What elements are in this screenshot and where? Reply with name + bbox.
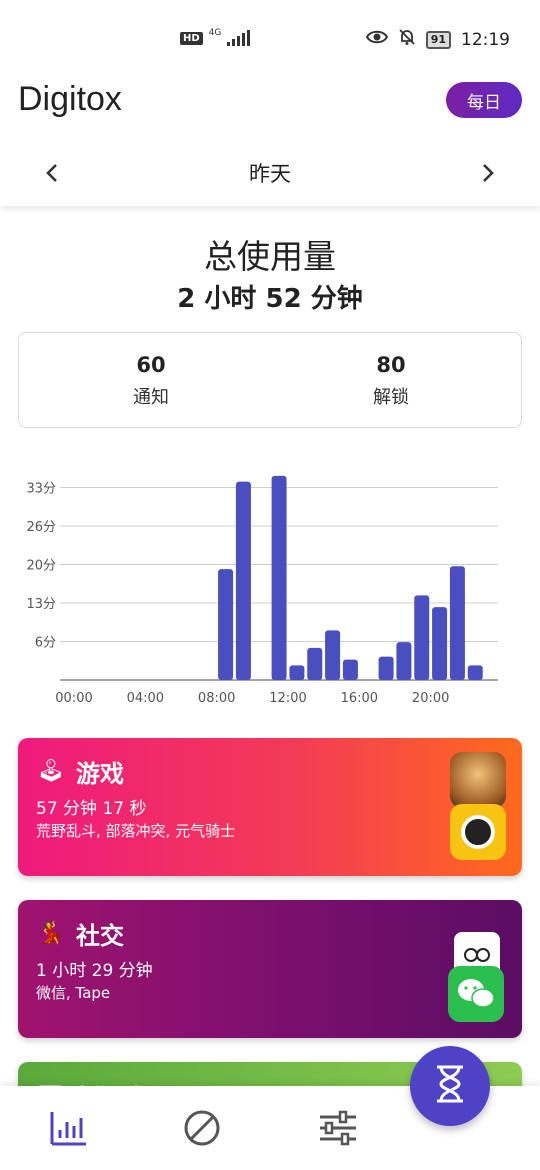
signal-group: HD 4G bbox=[180, 28, 251, 46]
category-card-games[interactable]: 🕹 游戏 57 分钟 17 秒 荒野乱斗, 部落冲突, 元气骑士 bbox=[18, 738, 522, 876]
x-tick-label: 12:00 bbox=[269, 691, 306, 706]
clock: 12:19 bbox=[461, 29, 510, 50]
category-apps: 微信, Tape bbox=[36, 984, 111, 1002]
network-type: 4G bbox=[208, 28, 222, 38]
x-tick-label: 20:00 bbox=[412, 691, 449, 706]
date-nav: 昨天 bbox=[0, 140, 540, 206]
status-bar: HD 4G 91 12:19 bbox=[0, 0, 540, 80]
category-apps: 荒野乱斗, 部落冲突, 元气骑士 bbox=[36, 822, 236, 840]
usage-bar bbox=[396, 642, 412, 680]
joystick-icon: 🕹 bbox=[37, 759, 65, 784]
usage-bar bbox=[378, 656, 394, 680]
y-tick-label: 6分 bbox=[35, 636, 56, 651]
category-header: 💃 社交 bbox=[36, 916, 124, 951]
stats-card: 60 通知 80 解锁 bbox=[18, 332, 522, 428]
mute-bell-icon bbox=[398, 28, 416, 51]
dancer-icon: 💃 bbox=[37, 921, 65, 946]
x-tick-label: 04:00 bbox=[127, 691, 164, 706]
sliders-icon[interactable] bbox=[318, 1108, 358, 1148]
total-usage-title: 总使用量 bbox=[204, 237, 336, 276]
category-card-social[interactable]: 💃 社交 1 小时 29 分钟 微信, Tape bbox=[18, 900, 522, 1038]
y-tick-label: 26分 bbox=[26, 520, 56, 535]
usage-bar bbox=[414, 595, 430, 680]
usage-bar bbox=[218, 569, 234, 680]
usage-bar bbox=[289, 665, 305, 680]
x-tick-label: 08:00 bbox=[198, 691, 235, 706]
usage-bar bbox=[342, 659, 358, 680]
focus-timer-fab[interactable] bbox=[410, 1046, 490, 1126]
category-time: 1 小时 29 分钟 bbox=[36, 961, 153, 981]
category-time: 57 分钟 17 秒 bbox=[36, 799, 147, 819]
brawl-stars-app-icon bbox=[450, 804, 506, 860]
unlocks-stat: 80 解锁 bbox=[311, 353, 471, 409]
x-tick-label: 00:00 bbox=[55, 691, 92, 706]
bar-chart-icon[interactable] bbox=[48, 1108, 88, 1148]
app-title: Digitox bbox=[18, 80, 122, 118]
y-tick-label: 33分 bbox=[26, 482, 56, 497]
clash-of-clans-app-icon bbox=[450, 752, 506, 808]
notifications-label: 通知 bbox=[133, 387, 169, 408]
category-header: 🕹 游戏 bbox=[36, 754, 124, 789]
daily-period-button[interactable]: 每日 bbox=[446, 82, 522, 118]
date-label: 昨天 bbox=[249, 162, 291, 186]
chevron-right-icon[interactable] bbox=[474, 160, 500, 186]
usage-bar bbox=[271, 475, 287, 680]
block-icon[interactable] bbox=[182, 1108, 222, 1148]
usage-bar bbox=[307, 647, 323, 680]
hourly-usage-chart: 6分 13分 20分 26分 33分 00:00 04:00 08:00 12:00 16:00 2… bbox=[26, 475, 498, 706]
usage-bar bbox=[467, 665, 483, 680]
wechat-app-icon bbox=[448, 966, 504, 1022]
unlocks-count: 80 bbox=[376, 353, 406, 377]
total-usage-value: 2 小时 52 分钟 bbox=[177, 284, 363, 314]
usage-bar bbox=[325, 630, 341, 680]
hd-badge: HD bbox=[180, 31, 203, 45]
y-tick-label: 20分 bbox=[26, 559, 56, 574]
category-name: 游戏 bbox=[76, 760, 124, 788]
notifications-count: 60 bbox=[136, 353, 166, 377]
usage-bar bbox=[432, 607, 448, 680]
status-right: 91 12:19 bbox=[365, 28, 510, 51]
category-name: 社交 bbox=[76, 922, 124, 950]
notifications-stat: 60 通知 bbox=[71, 353, 231, 409]
signal-icon bbox=[227, 30, 251, 46]
x-tick-label: 16:00 bbox=[341, 691, 378, 706]
eye-icon bbox=[365, 29, 388, 50]
usage-bar bbox=[235, 481, 251, 680]
unlocks-label: 解锁 bbox=[373, 387, 409, 408]
y-tick-label: 13分 bbox=[26, 597, 56, 612]
usage-bar bbox=[449, 566, 465, 680]
battery-icon: 91 bbox=[425, 30, 451, 49]
hourglass-icon bbox=[433, 1064, 467, 1108]
